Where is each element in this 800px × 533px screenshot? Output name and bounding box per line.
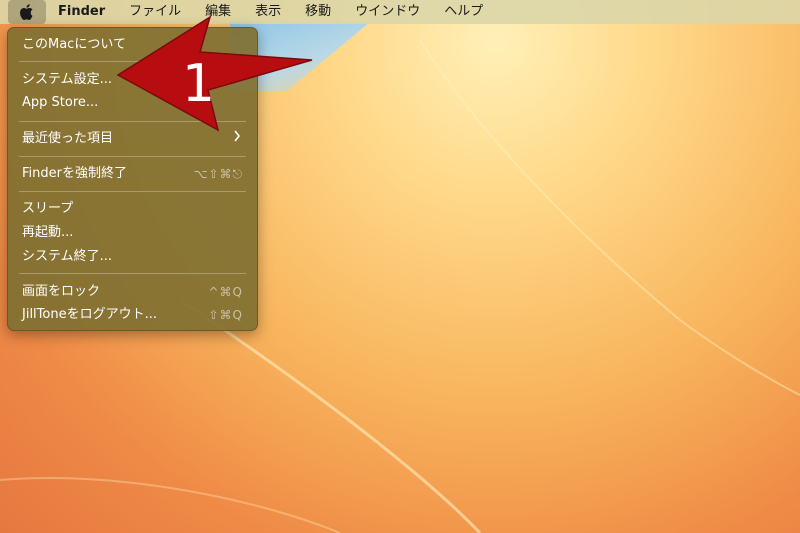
menu-item-label: JillToneをログアウト... (22, 307, 157, 322)
annotation-number: 1 (182, 54, 215, 114)
menu-separator (19, 156, 246, 157)
menu-item-label: 画面をロック (22, 284, 101, 299)
menu-item-log-out[interactable]: JillToneをログアウト... ⇧⌘Q (8, 304, 257, 326)
menu-item-restart[interactable]: 再起動... (8, 222, 257, 244)
menu-item-force-quit-finder[interactable]: Finderを強制終了 ⌥⇧⌘⎋ (8, 163, 257, 185)
wave-line (0, 477, 341, 533)
menu-finder[interactable]: Finder (46, 0, 117, 24)
keyboard-shortcut: ^⌘Q (208, 285, 243, 299)
keyboard-shortcut: ⇧⌘Q (208, 308, 243, 322)
menu-item-label: 再起動... (22, 225, 74, 240)
annotation-arrow-icon: 1 (116, 15, 313, 132)
menu-item-shut-down[interactable]: システム終了... (8, 246, 257, 268)
menu-item-label: 最近使った項目 (22, 131, 114, 146)
menu-item-label: App Store... (22, 95, 99, 110)
keyboard-shortcut: ⌥⇧⌘⎋ (193, 167, 243, 181)
menu-separator (19, 273, 246, 274)
menu-window[interactable]: ウインドウ (343, 0, 432, 24)
menu-item-label: Finderを強制終了 (22, 166, 127, 181)
wave-line (419, 39, 800, 396)
apple-menu-button[interactable] (8, 0, 46, 24)
menu-separator (19, 191, 246, 192)
menu-item-sleep[interactable]: スリープ (8, 198, 257, 220)
menu-item-label: システム終了... (22, 249, 113, 264)
menu-item-lock-screen[interactable]: 画面をロック ^⌘Q (8, 281, 257, 303)
apple-icon (20, 4, 33, 20)
menu-help[interactable]: ヘルプ (432, 0, 495, 24)
menu-item-label: スリープ (22, 201, 74, 216)
menu-item-label: システム設定... (22, 72, 113, 87)
